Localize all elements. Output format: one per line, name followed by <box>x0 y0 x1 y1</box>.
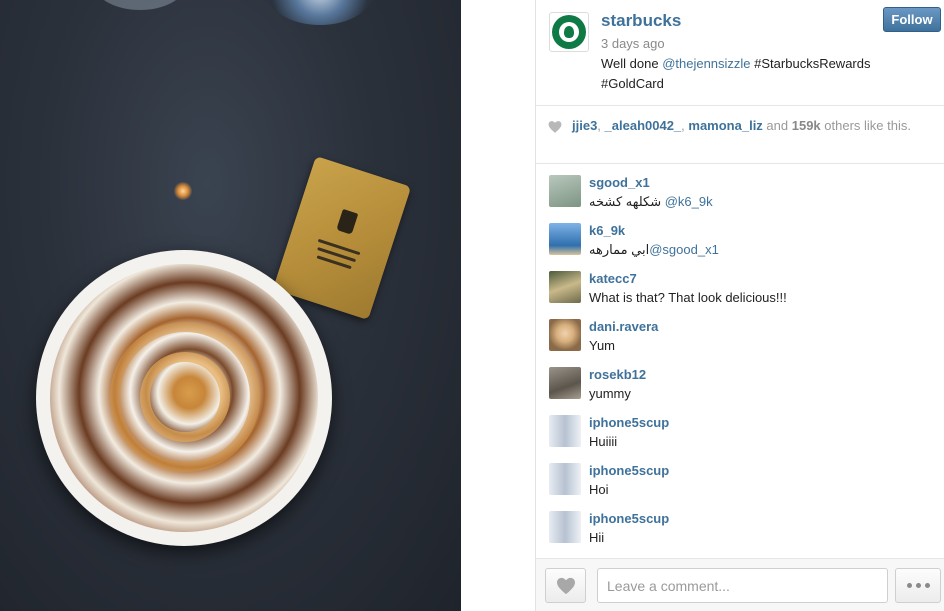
caption-text: Well done <box>601 56 663 71</box>
dot-icon <box>915 583 921 588</box>
avatar[interactable] <box>549 415 581 447</box>
comment-item: sgood_x1 شكلهه كشخه @k6_9k <box>536 165 944 213</box>
comment-username[interactable]: iphone5scup <box>589 415 669 430</box>
background-cup <box>265 0 375 25</box>
background-mug <box>95 0 185 10</box>
like-user[interactable]: jjie3 <box>572 118 597 133</box>
dot-icon <box>906 583 912 588</box>
post-caption: Well done @thejennsizzle #StarbucksRewar… <box>601 54 921 94</box>
avatar[interactable] <box>549 175 581 207</box>
comment-item: k6_9k ابي ممارهه@sgood_x1 <box>536 213 944 261</box>
gold-card <box>272 155 412 321</box>
comments-list: sgood_x1 شكلهه كشخه @k6_9k k6_9k ابي مما… <box>536 165 944 558</box>
comment-footer <box>536 558 944 611</box>
follow-button[interactable]: Follow <box>883 7 941 32</box>
comment-username[interactable]: sgood_x1 <box>589 175 650 190</box>
comment-item: iphone5scup Huiiii <box>536 405 944 453</box>
comment-text: What is that? That look delicious!!! <box>589 290 787 305</box>
avatar[interactable] <box>549 271 581 303</box>
avatar[interactable] <box>549 463 581 495</box>
comment-input[interactable] <box>597 568 888 603</box>
heart-icon <box>548 121 562 133</box>
card-cup-icon <box>336 208 359 235</box>
avatar[interactable] <box>549 223 581 255</box>
comment-text: yummy <box>589 386 631 401</box>
candle-light <box>174 182 192 200</box>
post-photo[interactable] <box>0 0 461 611</box>
avatar[interactable] <box>549 511 581 543</box>
dot-icon <box>924 583 930 588</box>
comment-username[interactable]: katecc7 <box>589 271 637 286</box>
post-header: starbucks 3 days ago Well done @thejenns… <box>536 0 944 106</box>
comment-text: Huiiii <box>589 434 618 449</box>
like-user[interactable]: mamona_liz <box>688 118 762 133</box>
comment-username[interactable]: iphone5scup <box>589 463 669 478</box>
comment-text: Yum <box>589 338 616 353</box>
likes-text: jjie3, _aleah0042_, mamona_liz and 159k … <box>572 118 911 133</box>
comment-username[interactable]: iphone5scup <box>589 511 669 526</box>
comment-username[interactable]: k6_9k <box>589 223 625 238</box>
instagram-post-view: starbucks 3 days ago Well done @thejenns… <box>0 0 944 611</box>
caption-mention[interactable]: @thejennsizzle <box>662 56 750 71</box>
comment-text: ابي ممارهه@sgood_x1 <box>589 242 719 257</box>
comment-item: rosekb12 yummy <box>536 357 944 405</box>
comment-item: iphone5scup Hoi <box>536 453 944 501</box>
more-options-button[interactable] <box>895 568 941 603</box>
comment-username[interactable]: rosekb12 <box>589 367 646 382</box>
comment-item: dani.ravera Yum <box>536 309 944 357</box>
comment-text: Hoi <box>589 482 609 497</box>
like-user[interactable]: _aleah0042_ <box>605 118 682 133</box>
post-time[interactable]: 3 days ago <box>601 36 665 51</box>
post-username[interactable]: starbucks <box>601 11 681 31</box>
post-side-panel: starbucks 3 days ago Well done @thejenns… <box>535 0 944 611</box>
comment-item: iphone5scup Hii <box>536 501 944 549</box>
comment-username[interactable]: dani.ravera <box>589 319 658 334</box>
like-button[interactable] <box>545 568 586 603</box>
avatar[interactable] <box>549 319 581 351</box>
comment-item: katecc7 What is that? That look deliciou… <box>536 261 944 309</box>
likes-section: jjie3, _aleah0042_, mamona_liz and 159k … <box>536 107 944 164</box>
comment-text: Hii <box>589 530 605 545</box>
heart-icon <box>556 577 575 594</box>
likes-count[interactable]: 159k <box>792 118 821 133</box>
starbucks-logo-avatar[interactable] <box>549 12 589 52</box>
avatar[interactable] <box>549 367 581 399</box>
comment-text: شكلهه كشخه @k6_9k <box>589 194 713 209</box>
siren-icon <box>564 26 574 38</box>
